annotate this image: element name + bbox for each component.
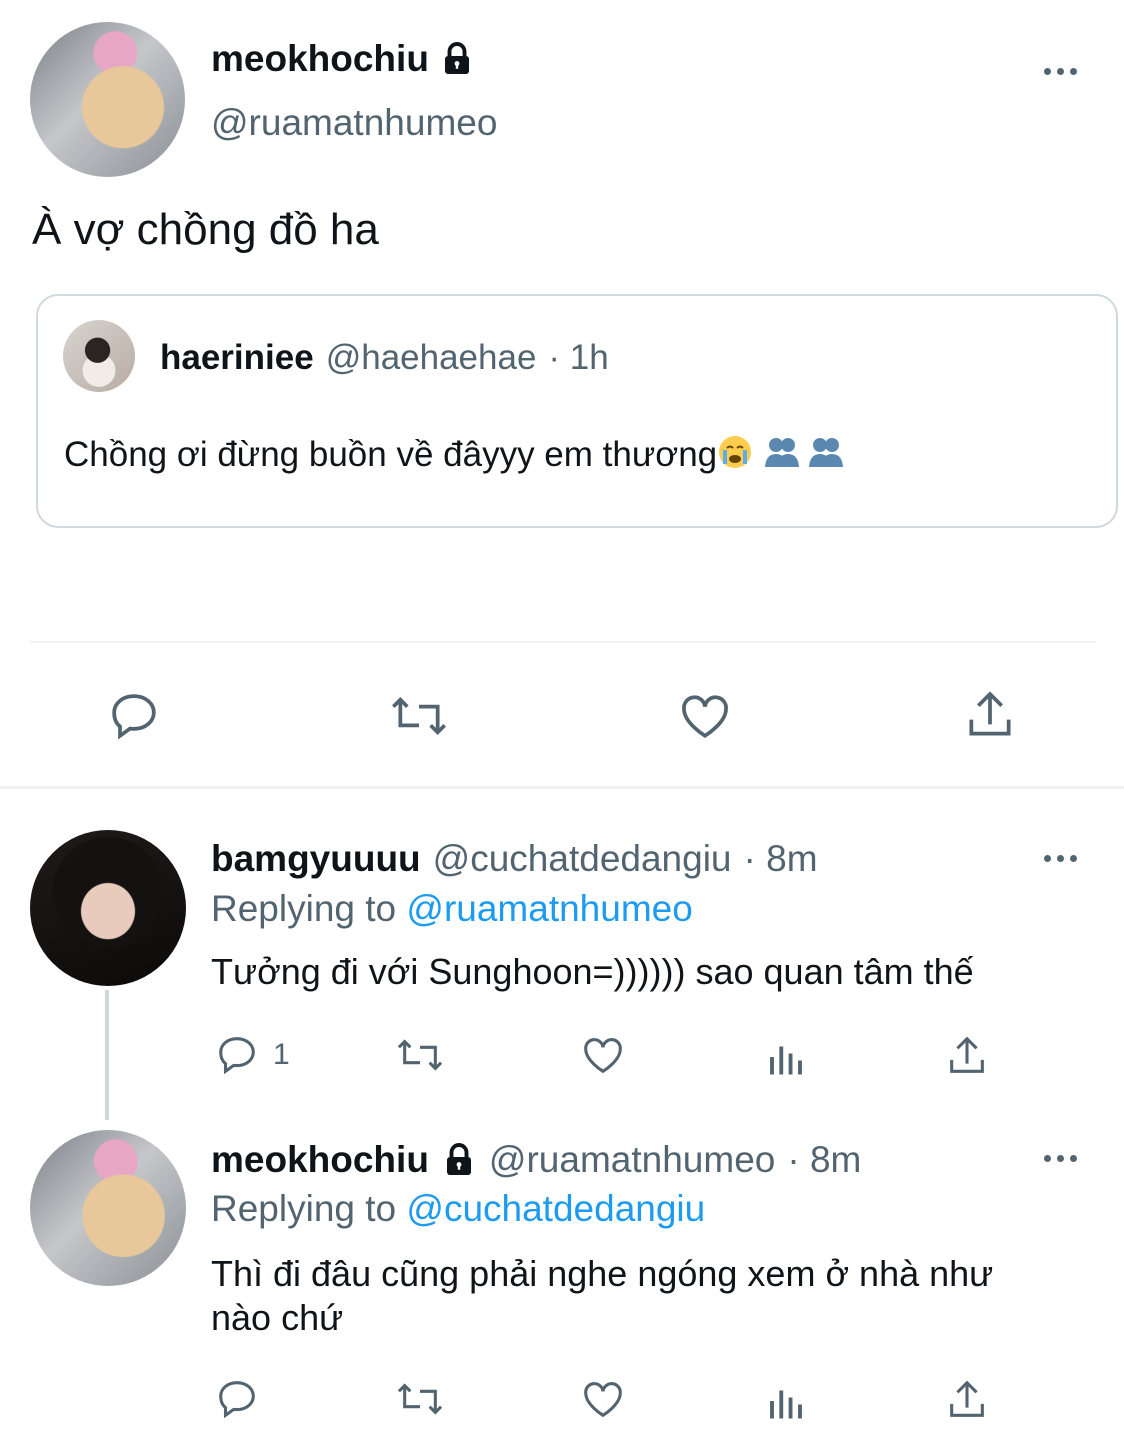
thread-line [105,990,109,1120]
replying-to-label: Replying to [211,888,397,929]
share-icon[interactable] [944,1376,990,1424]
avatar[interactable] [30,22,185,177]
avatar[interactable] [30,1130,186,1286]
quoted-display-name: haeriniee [160,338,314,377]
reply-icon[interactable] [105,688,163,744]
lock-icon [441,1142,477,1178]
replying-to-label: Replying to [211,1188,397,1229]
more-options-icon[interactable] [1044,855,1077,862]
like-icon[interactable] [578,1376,628,1422]
quoted-handle: @haehaehae [325,338,537,377]
like-icon[interactable] [676,688,734,744]
reply-text-line-1: Thì đi đâu cũng phải nghe ngóng xem ở nh… [211,1253,994,1294]
lock-icon [439,41,475,77]
retweet-icon[interactable] [391,1376,449,1422]
display-name[interactable]: meokhochiu [211,1139,429,1181]
busts-in-silhouette-icon [807,435,845,474]
avatar[interactable] [30,830,186,986]
user-handle[interactable]: @ruamatnhumeo [489,1139,775,1181]
reply-count: 1 [273,1038,290,1071]
quoted-tweet[interactable] [36,294,1118,528]
reply-text-line-2: nào chứ [211,1297,344,1338]
analytics-icon[interactable] [764,1036,808,1078]
user-handle[interactable]: @cuchatdedangiu [433,838,732,880]
share-icon[interactable] [944,1032,990,1080]
user-handle[interactable]: @ruamatnhumeo [211,102,497,144]
display-name[interactable]: bamgyuuuu [211,838,421,880]
display-name[interactable]: meokhochiu [211,38,429,80]
more-options-icon[interactable] [1044,1155,1077,1162]
reply-text: Tưởng đi với Sunghoon=)))))) sao quan tâ… [211,951,974,992]
retweet-icon[interactable] [385,688,453,744]
replying-to-link[interactable]: @ruamatnhumeo [406,888,692,929]
divider [30,641,1095,643]
section-divider [0,786,1124,789]
timestamp[interactable]: · 8m [744,838,818,880]
tweet-text: À vợ chồng đồ ha [32,205,379,254]
quoted-text: Chồng ơi đừng buồn về đâyyy em thương [64,434,718,474]
retweet-icon[interactable] [391,1032,449,1078]
crying-face-icon [717,434,753,475]
quoted-avatar [63,320,135,392]
analytics-icon[interactable] [764,1380,808,1422]
like-icon[interactable] [578,1032,628,1078]
reply-icon[interactable] [213,1376,261,1422]
busts-in-silhouette-icon [763,435,801,474]
quoted-time: · 1h [548,338,609,377]
more-options-icon[interactable] [1044,68,1077,75]
replying-to-link[interactable]: @cuchatdedangiu [406,1188,705,1229]
share-icon[interactable] [962,686,1018,744]
reply-icon[interactable] [213,1032,261,1078]
timestamp[interactable]: · 8m [787,1139,861,1181]
